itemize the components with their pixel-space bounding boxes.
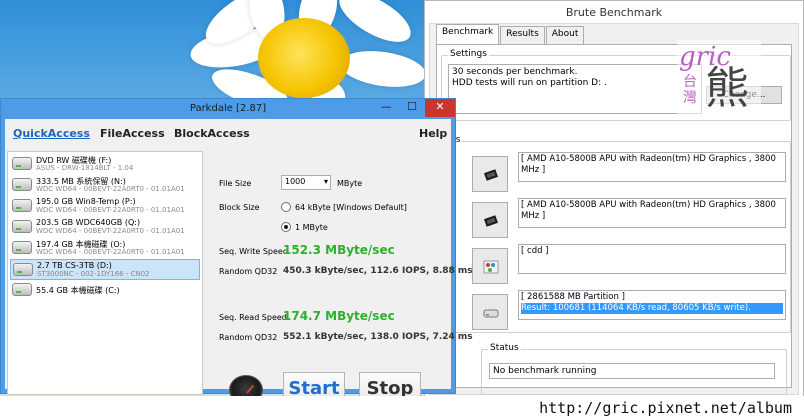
seq-read-label: Seq. Read Speed [219, 313, 287, 322]
parkdale-menubar: QuickAccess FileAccess BlockAccess Help [5, 127, 451, 145]
file-size-label: File Size [219, 179, 252, 188]
parkdale-client-area: QuickAccess FileAccess BlockAccess Help … [5, 119, 473, 406]
seq-write-value: 152.3 MByte/sec [283, 243, 395, 257]
drive-name: 203.5 GB WDC640GB (Q:) [36, 218, 141, 227]
drive-item-o[interactable]: 197.4 GB 本機磁碟 (O:) WDC WD64 - 00BEVT-22A… [10, 238, 200, 259]
cpu-test-result-1: [ AMD A10-5800B APU with Radeon(tm) HD G… [518, 152, 786, 182]
tab-benchmark[interactable]: Benchmark [436, 24, 500, 44]
brute-titlebar[interactable]: Brute Benchmark [425, 1, 803, 23]
file-size-value: 1000 [285, 177, 306, 186]
footer-url-bar: http://gric.pixnet.net/album [0, 396, 804, 419]
graphics-test-result: [ cdd ] [518, 244, 786, 274]
menu-fileaccess[interactable]: FileAccess [100, 127, 165, 140]
block-size-1m-label: 1 MByte [295, 223, 328, 232]
drive-detail: ASUS - DRW-1814BLT - 1.04 [36, 164, 134, 172]
hard-disk-icon [12, 220, 32, 233]
brute-tab-strip: Benchmark Results About [436, 24, 585, 44]
random-read-value: 552.1 kByte/sec, 138.0 IOPS, 7.24 ms [283, 332, 473, 342]
tests-group: ests [ AMD A10-5800B APU with Radeon(tm)… [440, 135, 791, 333]
disk-test-button[interactable] [472, 294, 508, 330]
flower-petal [338, 46, 428, 92]
drive-detail: ST3000NC - 002-1DY166 - CN02 [37, 270, 150, 278]
parkdale-window: Parkdale [2.87] — ☐ ✕ QuickAccess FileAc… [0, 98, 473, 406]
settings-memo: 30 seconds per benchmark. HDD tests will… [448, 64, 702, 114]
drive-detail: WDC WD64 - 00BEVT-22A0RT0 - 01.01A01 [36, 185, 185, 193]
menu-blockaccess[interactable]: BlockAccess [174, 127, 250, 140]
block-size-64k-label: 64 kByte [Windows Default] [295, 203, 407, 212]
hard-disk-icon [12, 283, 32, 296]
maximize-button[interactable]: ☐ [399, 99, 425, 117]
parkdale-titlebar[interactable]: Parkdale [2.87] — ☐ ✕ [1, 99, 455, 119]
status-text-box: No benchmark running [489, 363, 775, 379]
graphics-test-button[interactable] [472, 248, 508, 284]
paint-palette-icon [483, 260, 499, 274]
settings-line-duration: 30 seconds per benchmark. [452, 67, 578, 77]
cpu-test-button[interactable] [472, 156, 508, 192]
disk-test-result: [ 2861588 MB Partition ] Result: 100681 … [518, 290, 786, 320]
block-size-label: Block Size [219, 203, 260, 212]
disk-partition-line: [ 2861588 MB Partition ] [521, 292, 625, 302]
optical-drive-icon [12, 157, 32, 170]
drive-detail: WDC WD64 - 00BEVT-22A0RT0 - 01.01A01 [36, 206, 185, 214]
drive-detail: WDC WD64 - 00BEVT-22A0RT0 - 01.01A01 [36, 248, 185, 256]
drive-item-c[interactable]: 55.4 GB 本機磁碟 (C:) [10, 280, 200, 301]
cpu-multi-test-button[interactable] [472, 202, 508, 238]
close-button[interactable]: ✕ [425, 99, 455, 117]
hard-disk-icon [12, 241, 32, 254]
file-size-unit: MByte [337, 179, 363, 188]
block-size-1m-radio[interactable] [281, 222, 291, 232]
status-legend: Status [488, 343, 521, 353]
drive-name: 2.7 TB CS-3TB (D:) [37, 261, 112, 270]
drive-item-d[interactable]: 2.7 TB CS-3TB (D:) ST3000NC - 002-1DY166… [10, 259, 200, 280]
cpu-chip-icon [483, 169, 499, 181]
random-write-value: 450.3 kByte/sec, 112.6 IOPS, 8.88 ms [283, 266, 473, 276]
drive-item-f[interactable]: DVD RW 磁碟機 (F:) ASUS - DRW-1814BLT - 1.0… [10, 154, 200, 175]
disk-result-line[interactable]: Result: 100681 (114064 KB/s read, 80605 … [521, 303, 783, 314]
gauge-needle [246, 384, 255, 394]
flower-center [258, 18, 350, 98]
drive-detail: WDC WD64 - 00BEVT-22A0RT0 - 01.01A01 [36, 227, 185, 235]
random-write-label: Random QD32 [219, 267, 278, 276]
file-size-select[interactable]: 1000 ▾ [281, 175, 331, 190]
cpu-test-result-2: [ AMD A10-5800B APU with Radeon(tm) HD G… [518, 198, 786, 228]
brute-window-title: Brute Benchmark [565, 6, 663, 19]
drive-item-n[interactable]: 333.5 MB 系統保留 (N:) WDC WD64 - 00BEVT-22A… [10, 175, 200, 196]
drive-name: 55.4 GB 本機磁碟 (C:) [36, 286, 120, 295]
gric-watermark-logo: gric 台灣 熊 [677, 40, 761, 118]
chevron-down-icon: ▾ [323, 177, 328, 186]
seq-read-value: 174.7 MByte/sec [283, 309, 395, 323]
drive-item-p[interactable]: 195.0 GB Win8-Temp (P:) WDC WD64 - 00BEV… [10, 196, 200, 217]
menu-help[interactable]: Help [419, 127, 447, 140]
seq-write-label: Seq. Write Speed [219, 247, 288, 256]
block-size-64k-radio[interactable] [281, 202, 291, 212]
cpu-chip-icon [483, 215, 499, 227]
hard-disk-icon [483, 309, 499, 318]
drive-name: 195.0 GB Win8-Temp (P:) [36, 197, 136, 206]
menu-quickaccess[interactable]: QuickAccess [13, 127, 90, 140]
watermark-cjk-big: 熊 [705, 63, 749, 114]
watermark-cjk-small: 台灣 [683, 74, 697, 106]
settings-legend: Settings [448, 49, 489, 59]
settings-line-partition: HDD tests will run on partition D: . [452, 78, 607, 88]
minimize-button[interactable]: — [373, 99, 399, 117]
drive-item-q[interactable]: 203.5 GB WDC640GB (Q:) WDC WD64 - 00BEVT… [10, 217, 200, 238]
hard-disk-icon [12, 199, 32, 212]
hard-disk-icon [13, 263, 33, 276]
footer-url: http://gric.pixnet.net/album [539, 399, 792, 417]
random-read-label: Random QD32 [219, 333, 278, 342]
hard-disk-icon [12, 178, 32, 191]
tab-results[interactable]: Results [500, 26, 545, 44]
tab-about[interactable]: About [545, 26, 585, 44]
drive-list[interactable]: DVD RW 磁碟機 (F:) ASUS - DRW-1814BLT - 1.0… [7, 151, 203, 395]
